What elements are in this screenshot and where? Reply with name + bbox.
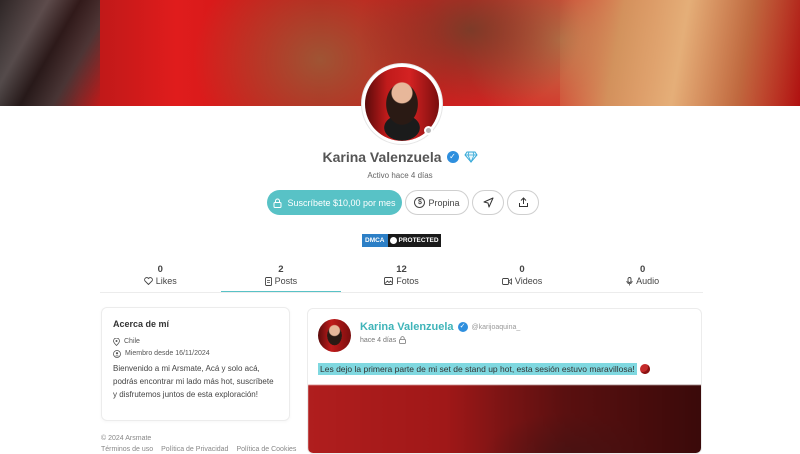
dmca-protected-label: PROTECTED (398, 237, 439, 244)
tab-videos[interactable]: 0 Videos (462, 264, 583, 293)
tab-label: Audio (636, 276, 660, 286)
about-location: Chile (113, 336, 279, 348)
tab-label: Videos (514, 276, 543, 286)
lock-icon (273, 198, 282, 208)
devil-emoji-icon (639, 364, 650, 374)
profile-name: Karina Valenzuela (322, 149, 442, 165)
footer-link-terms[interactable]: Términos de uso (101, 444, 153, 454)
dmca-badge[interactable]: DMCA PROTECTED (362, 234, 441, 247)
post-text: Les dejo la primera parte de mi set de s… (318, 363, 637, 375)
tab-photos[interactable]: 12 Fotos (341, 264, 462, 293)
dmca-protected: PROTECTED (387, 234, 441, 247)
activity-status: Activo hace 4 días (367, 171, 433, 180)
tab-count: 12 (396, 264, 407, 275)
footer: © 2024 Arsmate Términos de uso Política … (101, 433, 296, 454)
lock-icon (399, 336, 407, 344)
footer-copyright: © 2024 Arsmate (101, 435, 152, 442)
cover-microphone (0, 0, 100, 106)
cover-detail (560, 0, 800, 106)
user-circle-icon (113, 350, 121, 358)
document-icon (264, 276, 272, 286)
post-card: Karina Valenzuela ✓ @karijoaquina_ hace … (307, 308, 702, 454)
tab-count: 0 (157, 264, 163, 275)
subscribe-button[interactable]: Suscríbete $10,00 por mes (267, 190, 402, 215)
dmca-lock-icon (389, 237, 397, 244)
tab-likes[interactable]: 0 Likes (100, 264, 221, 293)
online-status-dot (424, 126, 433, 135)
tab-count: 0 (640, 264, 646, 275)
about-member-since: Miembro desde 16/11/2024 (113, 348, 279, 360)
profile-actions: Suscríbete $10,00 por mes $ Propina (267, 190, 539, 215)
about-member-since-text: Miembro desde 16/11/2024 (125, 350, 210, 357)
video-icon (501, 277, 512, 285)
share-icon (518, 197, 528, 207)
footer-link-privacy[interactable]: Política de Privacidad (161, 444, 228, 454)
microphone-icon (626, 276, 633, 285)
about-bio: Bienvenido a mi Arsmate, Acá y solo acá,… (113, 364, 274, 399)
subscribe-label: Suscríbete $10,00 por mes (287, 197, 396, 208)
post-author-handle: @karijoaquina_ (471, 323, 521, 331)
post-author-row: Karina Valenzuela ✓ @karijoaquina_ (360, 321, 520, 333)
heart-icon (143, 277, 153, 285)
tab-posts[interactable]: 2 Posts (220, 264, 342, 293)
about-location-text: Chile (124, 338, 140, 345)
tab-label: Fotos (396, 276, 419, 286)
tab-count: 2 (278, 264, 284, 275)
send-message-button[interactable] (472, 190, 504, 215)
about-card: Acerca de mí Chile Miembro desde 16/11/2… (101, 307, 290, 421)
post-time: hace 4 días (360, 336, 397, 344)
about-title: Acerca de mí (113, 319, 170, 329)
profile-avatar[interactable] (362, 64, 442, 144)
tabs-divider (100, 292, 703, 293)
post-time-row: hace 4 días (360, 336, 407, 344)
tab-label: Posts (274, 276, 298, 286)
post-media-blurred[interactable] (308, 385, 701, 453)
verified-badge-icon: ✓ (446, 151, 459, 163)
post-author-name[interactable]: Karina Valenzuela (360, 321, 454, 333)
location-pin-icon (113, 338, 120, 346)
post-avatar[interactable] (318, 319, 351, 352)
profile-tabs: 0 Likes 2 Posts 12 Fotos 0 Videos 0 Audi… (100, 264, 703, 293)
verified-badge-icon: ✓ (457, 322, 468, 332)
diamond-icon (463, 151, 478, 163)
profile-name-row: Karina Valenzuela ✓ (0, 148, 800, 166)
post-text-row: Les dejo la primera parte de mi set de s… (318, 363, 650, 375)
tab-label: Likes (155, 276, 177, 286)
footer-link-cookies[interactable]: Política de Cookies (236, 444, 296, 454)
tip-button[interactable]: $ Propina (405, 190, 469, 215)
dmca-label: DMCA (362, 234, 388, 247)
tab-count: 0 (519, 264, 525, 275)
tip-label: Propina (428, 197, 460, 208)
coin-icon: $ (414, 197, 426, 208)
share-button[interactable] (507, 190, 539, 215)
image-icon (384, 277, 394, 285)
tab-audio[interactable]: 0 Audio (582, 264, 703, 293)
send-icon (483, 197, 493, 208)
